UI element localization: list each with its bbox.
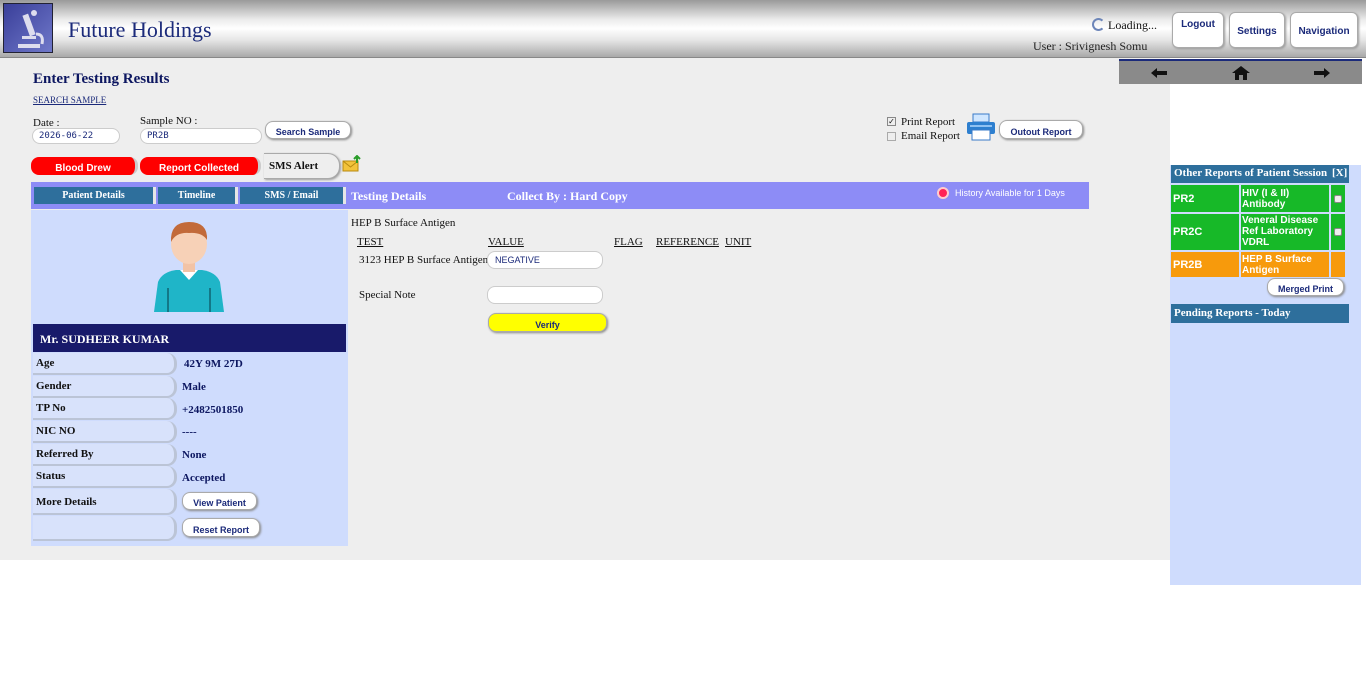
tab-patient-details[interactable]: Patient Details (34, 187, 156, 204)
home-icon[interactable] (1231, 65, 1251, 81)
printer-icon[interactable] (966, 113, 996, 141)
navigation-button[interactable]: Navigation (1290, 12, 1358, 48)
sms-alert-button[interactable]: SMS Alert (264, 153, 340, 179)
age-value: 42Y 9M 27D (184, 358, 243, 370)
verify-button[interactable]: Verify (488, 313, 607, 332)
checkbox-icon[interactable] (1334, 194, 1342, 203)
logout-button[interactable]: Logout (1172, 12, 1224, 48)
column-header-flag: FLAG (614, 236, 643, 248)
column-header-reference: REFERENCE (656, 236, 719, 248)
microscope-logo-icon (3, 3, 53, 53)
date-input[interactable]: 2026-06-22 (32, 128, 120, 144)
company-name: Future Holdings (68, 17, 212, 42)
page-title: Enter Testing Results (33, 71, 170, 87)
referred-by-value: None (182, 449, 207, 461)
report-collected-button[interactable]: Report Collected (140, 157, 261, 175)
special-note-input[interactable] (487, 286, 603, 304)
checkbox-icon[interactable] (1334, 228, 1342, 236)
report-id-pr2c[interactable]: PR2C (1171, 214, 1239, 250)
mail-upload-icon[interactable] (342, 155, 362, 172)
empty-label (33, 516, 177, 541)
gender-label: Gender (33, 376, 177, 398)
pending-reports-header: Pending Reports - Today (1171, 304, 1349, 323)
spinner-icon (1092, 18, 1105, 31)
page-nav-bar (1119, 59, 1362, 84)
test-value-input[interactable]: NEGATIVE (487, 251, 603, 269)
status-value: Accepted (182, 472, 226, 484)
search-sample-button[interactable]: Search Sample (265, 121, 351, 139)
referred-by-label: Referred By (33, 444, 177, 466)
merged-print-button[interactable]: Merged Print (1267, 278, 1344, 296)
sample-no-input[interactable]: PR2B (140, 128, 262, 144)
report-checkbox-pr2[interactable] (1331, 185, 1345, 212)
test-name: 3123 HEP B Surface Antigen (359, 254, 489, 266)
output-report-button[interactable]: Outout Report (999, 120, 1083, 139)
age-label: Age (33, 353, 177, 375)
loading-text: Loading... (1108, 18, 1157, 32)
collect-by-label: Collect By : Hard Copy (507, 189, 628, 203)
reset-report-button[interactable]: Reset Report (182, 518, 260, 537)
column-header-value: VALUE (488, 236, 524, 248)
nic-no-label: NIC NO (33, 421, 177, 443)
column-header-test: TEST (357, 236, 384, 248)
report-name-pr2b[interactable]: HEP B Surface Antigen (1241, 252, 1329, 277)
report-name-pr2[interactable]: HIV (I & II) Antibody (1241, 185, 1329, 212)
forward-arrow-icon[interactable] (1312, 65, 1332, 81)
testing-details-heading: Testing Details (351, 189, 427, 203)
search-sample-link[interactable]: SEARCH SAMPLE (33, 95, 106, 105)
blood-drew-button[interactable]: Blood Drew (31, 157, 138, 175)
clock-icon (937, 187, 949, 199)
tp-no-value: +2482501850 (182, 404, 244, 416)
print-report-label: Print Report (901, 116, 956, 128)
patient-avatar-icon (154, 222, 224, 312)
close-panel-button[interactable]: [X] (1332, 167, 1347, 179)
report-checkbox-pr2c[interactable] (1331, 214, 1345, 250)
test-group-title: HEP B Surface Antigen (351, 217, 456, 229)
other-reports-title: Other Reports of Patient Session (1174, 167, 1328, 179)
report-id-pr2b[interactable]: PR2B (1171, 252, 1239, 277)
back-arrow-icon[interactable] (1149, 65, 1169, 81)
history-info: History Available for 1 Days (937, 187, 1065, 199)
other-reports-header: Other Reports of Patient Session [X] (1171, 165, 1349, 183)
report-id-pr2[interactable]: PR2 (1171, 185, 1239, 212)
report-checkbox-pr2b (1331, 252, 1345, 277)
current-user: User : Srivignesh Somu (1033, 39, 1148, 53)
email-report-checkbox[interactable] (887, 132, 896, 141)
column-header-unit: UNIT (725, 236, 752, 248)
report-name-pr2c[interactable]: Veneral Disease Ref Laboratory VDRL (1241, 214, 1329, 250)
tab-timeline[interactable]: Timeline (158, 187, 238, 204)
patient-name: Mr. SUDHEER KUMAR (33, 324, 346, 352)
more-details-label: More Details (33, 489, 177, 515)
gender-value: Male (182, 381, 206, 393)
history-text: History Available for 1 Days (955, 188, 1065, 198)
email-report-label: Email Report (901, 130, 960, 142)
status-label: Status (33, 466, 177, 488)
print-report-checkbox[interactable]: ✓ (887, 117, 896, 126)
tp-no-label: TP No (33, 398, 177, 420)
tab-sms-email[interactable]: SMS / Email (240, 187, 346, 204)
nic-no-value: ---- (182, 426, 197, 438)
loading-indicator: Loading... (1092, 18, 1157, 33)
settings-button[interactable]: Settings (1229, 12, 1285, 48)
view-patient-button[interactable]: View Patient (182, 492, 257, 510)
special-note-label: Special Note (359, 289, 416, 301)
sample-no-label: Sample NO : (140, 115, 198, 127)
